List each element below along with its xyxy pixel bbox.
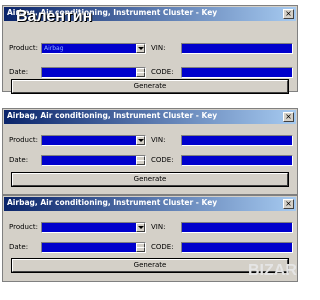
chevron-down-icon[interactable]	[136, 136, 145, 145]
date-field[interactable]	[41, 67, 146, 78]
close-icon[interactable]: ×	[283, 9, 294, 19]
vin-field[interactable]	[181, 43, 293, 54]
code-label: CODE:	[151, 68, 174, 76]
code-field[interactable]	[181, 242, 293, 253]
spinner-icon[interactable]	[136, 156, 145, 165]
date-label: Date:	[9, 68, 29, 76]
generate-button[interactable]: Generate	[11, 258, 289, 273]
date-label: Date:	[9, 156, 29, 164]
product-label: Product:	[9, 44, 38, 52]
brand-watermark: BIZAR	[248, 262, 297, 279]
generate-button[interactable]: Generate	[11, 79, 289, 94]
window-title: Airbag, Air conditioning, Instrument Clu…	[7, 111, 218, 120]
product-select[interactable]	[41, 135, 146, 146]
vin-field[interactable]	[181, 135, 293, 146]
close-icon[interactable]: ×	[283, 199, 294, 209]
vin-label: VIN:	[151, 223, 166, 231]
close-icon[interactable]: ×	[283, 112, 294, 122]
spinner-icon[interactable]	[136, 68, 145, 77]
chevron-down-icon[interactable]	[136, 44, 145, 53]
code-field[interactable]	[181, 67, 293, 78]
code-field[interactable]	[181, 155, 293, 166]
product-label: Product:	[9, 136, 38, 144]
chevron-down-icon[interactable]	[136, 223, 145, 232]
vin-field[interactable]	[181, 222, 293, 233]
date-field[interactable]	[41, 242, 146, 253]
code-label: CODE:	[151, 156, 174, 164]
window-title: Airbag, Air conditioning, Instrument Clu…	[7, 198, 218, 207]
product-value: Airbag	[44, 45, 64, 52]
vin-label: VIN:	[151, 136, 166, 144]
key-generator-window-2: Airbag, Air conditioning, Instrument Clu…	[2, 108, 298, 195]
product-select[interactable]: Airbag	[41, 43, 146, 54]
code-label: CODE:	[151, 243, 174, 251]
product-select[interactable]	[41, 222, 146, 233]
generate-button[interactable]: Generate	[11, 172, 289, 187]
title-bar[interactable]: Airbag, Air conditioning, Instrument Clu…	[4, 110, 296, 124]
seller-watermark: Валентин	[16, 8, 93, 25]
spinner-icon[interactable]	[136, 243, 145, 252]
vin-label: VIN:	[151, 44, 166, 52]
title-bar[interactable]: Airbag, Air conditioning, Instrument Clu…	[4, 197, 296, 211]
product-label: Product:	[9, 223, 38, 231]
date-label: Date:	[9, 243, 29, 251]
date-field[interactable]	[41, 155, 146, 166]
